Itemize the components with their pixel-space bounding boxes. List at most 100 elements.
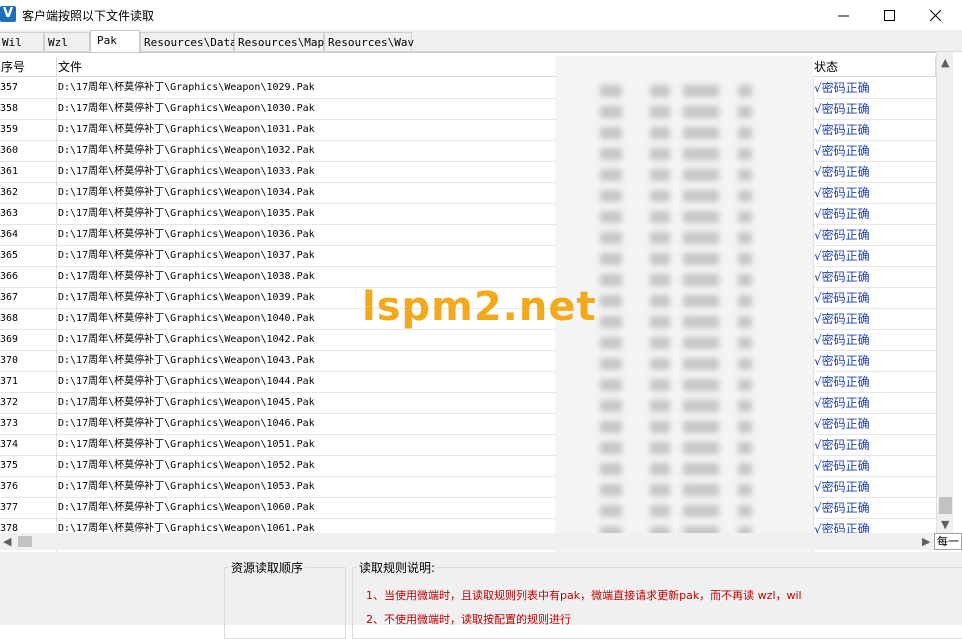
redacted-password-blob — [683, 85, 719, 97]
minimize-button[interactable] — [820, 0, 866, 30]
scroll-right-icon[interactable]: ▶ — [922, 535, 930, 548]
redacted-password-blob — [600, 85, 622, 97]
tab-resources-map[interactable]: Resources\Map — [234, 32, 324, 51]
tab-wzl[interactable]: Wzl — [44, 32, 90, 51]
redacted-password-blob — [738, 295, 752, 307]
redacted-password-blob — [738, 316, 752, 328]
close-icon — [929, 9, 941, 21]
redacted-password-blob — [683, 421, 719, 433]
row-index: 363 — [0, 208, 19, 219]
redacted-password-blob — [738, 421, 752, 433]
row-file-path: D:\17周年\杯莫停补丁\Graphics\Weapon\1042.Pak — [58, 334, 315, 345]
tab-strip: Wil Wzl Pak Resources\Data Resources\Map… — [0, 30, 962, 52]
watermark-text: lspm2.net — [362, 284, 597, 330]
scroll-left-icon[interactable]: ◀ — [3, 535, 11, 548]
row-index: 369 — [0, 334, 19, 345]
redacted-password-blob — [738, 274, 752, 286]
redacted-password-blob — [650, 421, 670, 433]
tab-resources-data[interactable]: Resources\Data — [140, 32, 237, 51]
row-file-path: D:\17周年\杯莫停补丁\Graphics\Weapon\1052.Pak — [58, 460, 315, 471]
row-status: √密码正确 — [814, 354, 870, 368]
row-index: 361 — [0, 166, 19, 177]
redacted-password-blob — [650, 316, 670, 328]
redacted-password-blob — [650, 232, 670, 244]
redacted-password-blob — [600, 274, 622, 286]
redacted-password-blob — [600, 337, 622, 349]
redacted-password-blob — [738, 169, 752, 181]
row-file-path: D:\17周年\杯莫停补丁\Graphics\Weapon\1053.Pak — [58, 481, 315, 492]
redacted-password-blob — [650, 505, 670, 517]
redacted-password-blob — [600, 211, 622, 223]
redacted-password-blob — [600, 148, 622, 160]
vertical-scroll-thumb[interactable] — [939, 497, 952, 514]
row-status: √密码正确 — [814, 144, 870, 158]
column-header-index[interactable]: 序号 — [0, 57, 57, 77]
horizontal-scroll-thumb[interactable] — [18, 536, 32, 547]
redacted-password-blob — [600, 442, 622, 454]
rules-title: 读取规则说明: — [357, 559, 438, 576]
row-file-path: D:\17周年\杯莫停补丁\Graphics\Weapon\1046.Pak — [58, 418, 315, 429]
tooltip: 每一 — [934, 533, 962, 550]
scroll-down-icon[interactable]: ▼ — [941, 518, 949, 531]
row-file-path: D:\17周年\杯莫停补丁\Graphics\Weapon\1045.Pak — [58, 397, 315, 408]
row-file-path: D:\17周年\杯莫停补丁\Graphics\Weapon\1037.Pak — [58, 250, 315, 261]
tab-wil[interactable]: Wil — [0, 32, 44, 51]
row-status: √密码正确 — [814, 480, 870, 494]
redacted-password-blob — [683, 148, 719, 160]
vertical-scrollbar[interactable]: ▲ ▼ — [936, 52, 954, 533]
row-index: 364 — [0, 229, 19, 240]
redacted-password-blob — [600, 505, 622, 517]
redacted-password-blob — [650, 442, 670, 454]
redacted-password-blob — [600, 232, 622, 244]
redacted-password-blob — [683, 463, 719, 475]
row-status: √密码正确 — [814, 459, 870, 473]
redacted-password-blob — [600, 484, 622, 496]
redacted-password-blob — [683, 295, 719, 307]
redacted-password-blob — [650, 169, 670, 181]
column-header-file[interactable]: 文件 — [57, 57, 598, 77]
scroll-up-icon[interactable]: ▲ — [941, 56, 949, 69]
rules-group — [352, 567, 962, 639]
redacted-password-blob — [738, 463, 752, 475]
row-index: 366 — [0, 271, 19, 282]
row-index: 376 — [0, 481, 19, 492]
redacted-password-blob — [650, 463, 670, 475]
row-status: √密码正确 — [814, 438, 870, 452]
redacted-password-blob — [600, 127, 622, 139]
row-status: √密码正确 — [814, 207, 870, 221]
maximize-button[interactable] — [866, 0, 912, 30]
row-index: 367 — [0, 292, 19, 303]
redacted-password-blob — [600, 295, 622, 307]
redacted-password-blob — [683, 127, 719, 139]
redacted-password-blob — [738, 106, 752, 118]
tab-pak[interactable]: Pak — [90, 30, 140, 52]
row-index: 370 — [0, 355, 19, 366]
row-index: 360 — [0, 145, 19, 156]
tab-resources-wav[interactable]: Resources\Wav — [324, 32, 414, 51]
row-status: √密码正确 — [814, 123, 870, 137]
row-status: √密码正确 — [814, 270, 870, 284]
redacted-password-blob — [683, 253, 719, 265]
redacted-password-blob — [738, 211, 752, 223]
close-button[interactable] — [912, 0, 958, 30]
row-status: √密码正确 — [814, 228, 870, 242]
redacted-password-blob — [600, 169, 622, 181]
row-file-path: D:\17周年\杯莫停补丁\Graphics\Weapon\1032.Pak — [58, 145, 315, 156]
row-index: 365 — [0, 250, 19, 261]
row-file-path: D:\17周年\杯莫停补丁\Graphics\Weapon\1043.Pak — [58, 355, 315, 366]
redacted-password-blob — [650, 358, 670, 370]
column-header-status[interactable]: 状态 — [813, 57, 936, 77]
minimize-icon — [837, 15, 849, 16]
redacted-password-blob — [683, 211, 719, 223]
redacted-password-blob — [600, 463, 622, 475]
horizontal-scrollbar[interactable]: ◀ ▶ — [0, 533, 936, 550]
redacted-password-blob — [738, 505, 752, 517]
redacted-password-blob — [683, 169, 719, 181]
redacted-password-blob — [683, 400, 719, 412]
row-status: √密码正确 — [814, 333, 870, 347]
row-index: 368 — [0, 313, 19, 324]
redacted-password-blob — [650, 484, 670, 496]
resource-order-title: 资源读取顺序 — [229, 559, 306, 576]
row-status: √密码正确 — [814, 165, 870, 179]
redacted-password-blob — [600, 106, 622, 118]
